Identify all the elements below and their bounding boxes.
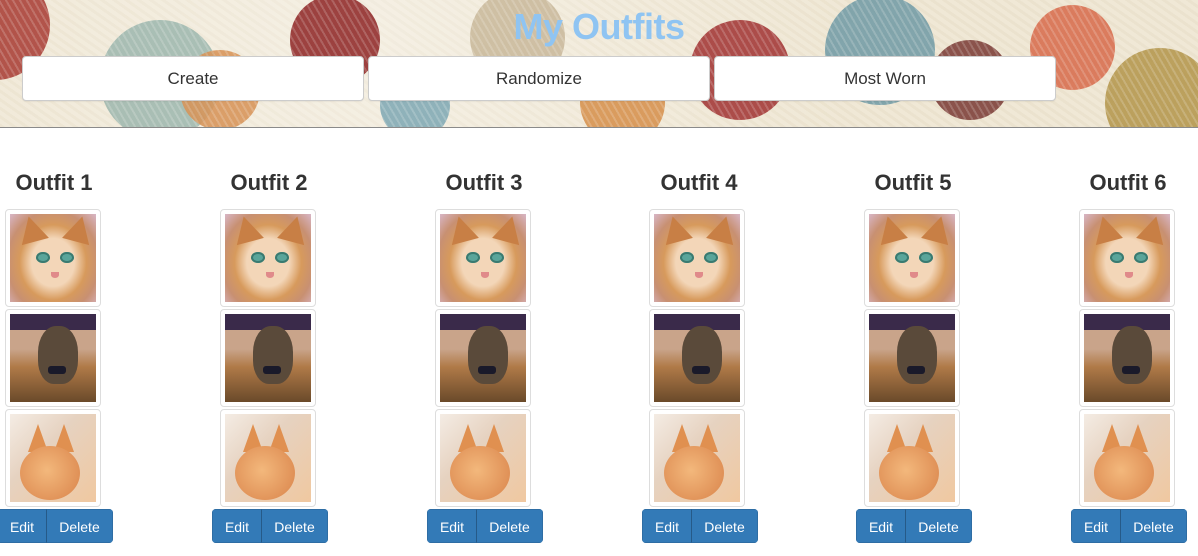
- outfit-item-image[interactable]: [1079, 309, 1175, 407]
- outfit-title: Outfit 3: [445, 170, 523, 195]
- delete-button[interactable]: Delete: [906, 509, 972, 543]
- decorative-circle: [1105, 48, 1198, 127]
- outfit-title: Outfit 4: [660, 170, 738, 195]
- delete-button[interactable]: Delete: [47, 509, 113, 543]
- page-title: My Outfits: [513, 6, 686, 47]
- outfit-item-image[interactable]: [5, 209, 101, 307]
- outfit-item-image[interactable]: [5, 309, 101, 407]
- delete-button[interactable]: Delete: [692, 509, 758, 543]
- delete-button[interactable]: Delete: [262, 509, 328, 543]
- outfit-action-group: Edit Delete: [427, 509, 543, 543]
- outfit-action-group: Edit Delete: [1071, 509, 1187, 543]
- outfit-action-group: Edit Delete: [212, 509, 328, 543]
- outfit-action-group: Edit Delete: [856, 509, 972, 543]
- outfit-title: Outfit 6: [1089, 170, 1167, 195]
- outfit-item-image[interactable]: [649, 209, 745, 307]
- delete-button[interactable]: Delete: [477, 509, 543, 543]
- randomize-button[interactable]: Randomize: [368, 56, 710, 101]
- header-banner: My Outfits Create Randomize Most Worn: [0, 0, 1198, 128]
- outfit-item-image[interactable]: [649, 409, 745, 507]
- create-button[interactable]: Create: [22, 56, 364, 101]
- outfit-item-image[interactable]: [864, 309, 960, 407]
- outfit-title: Outfit 2: [230, 170, 308, 195]
- edit-button[interactable]: Edit: [856, 509, 906, 543]
- outfit-action-group: Edit Delete: [0, 509, 113, 543]
- outfit-item-image[interactable]: [864, 209, 960, 307]
- edit-button[interactable]: Edit: [642, 509, 692, 543]
- outfit-item-image[interactable]: [5, 409, 101, 507]
- outfit-item-image[interactable]: [1079, 409, 1175, 507]
- outfit-item-image[interactable]: [435, 209, 531, 307]
- outfit-action-group: Edit Delete: [642, 509, 758, 543]
- outfit-item-image[interactable]: [1079, 209, 1175, 307]
- outfit-item-image[interactable]: [220, 209, 316, 307]
- outfit-item-image[interactable]: [864, 409, 960, 507]
- outfit-item-image[interactable]: [649, 309, 745, 407]
- edit-button[interactable]: Edit: [427, 509, 477, 543]
- outfit-item-image[interactable]: [220, 309, 316, 407]
- outfit-item-image[interactable]: [435, 409, 531, 507]
- delete-button[interactable]: Delete: [1121, 509, 1187, 543]
- edit-button[interactable]: Edit: [212, 509, 262, 543]
- outfit-title: Outfit 1: [15, 170, 93, 195]
- most-worn-button[interactable]: Most Worn: [714, 56, 1056, 101]
- edit-button[interactable]: Edit: [1071, 509, 1121, 543]
- outfit-title: Outfit 5: [874, 170, 952, 195]
- edit-button[interactable]: Edit: [0, 509, 47, 543]
- outfit-item-image[interactable]: [220, 409, 316, 507]
- outfit-item-image[interactable]: [435, 309, 531, 407]
